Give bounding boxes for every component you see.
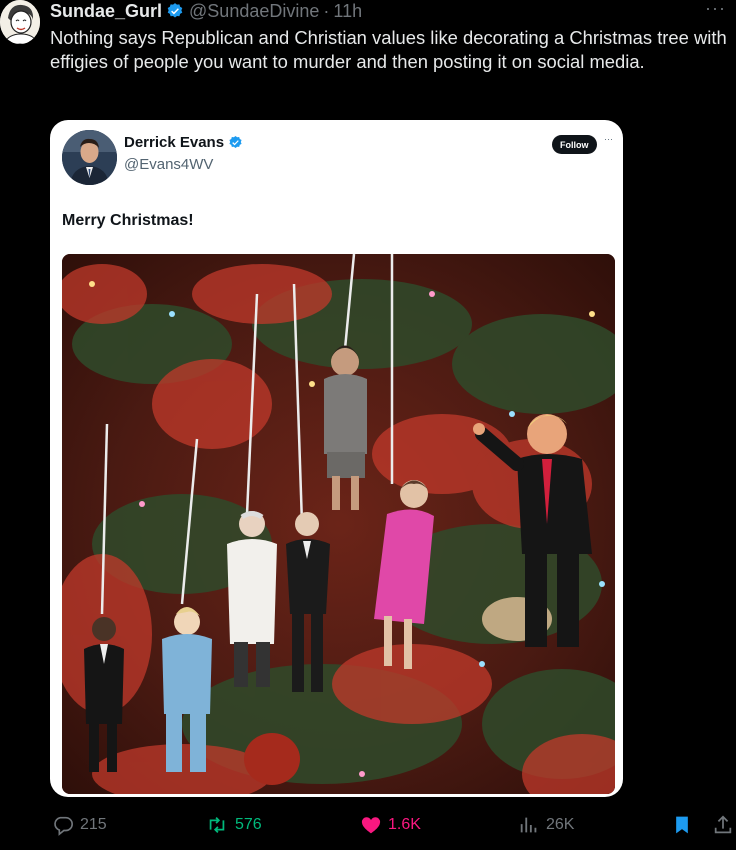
repost-icon xyxy=(209,817,225,833)
bookmark-button[interactable] xyxy=(672,814,698,836)
share-icon xyxy=(714,815,732,834)
author-handle[interactable]: @SundaeDivine xyxy=(189,1,319,22)
share-button[interactable] xyxy=(712,814,736,836)
reply-icon xyxy=(54,816,73,836)
repost-count: 576 xyxy=(235,816,262,833)
like-button[interactable]: 1.6K xyxy=(360,814,421,836)
repost-button[interactable]: 576 xyxy=(205,814,262,836)
tweet-header: Sundae_Gurl @SundaeDivine · 11h xyxy=(50,0,362,22)
reply-button[interactable]: 215 xyxy=(52,814,107,836)
quoted-more-options-icon[interactable]: ··· xyxy=(604,134,613,144)
tweet-text: Nothing says Republican and Christian va… xyxy=(50,27,727,72)
tweet-action-bar: 215 576 1.6K 26K xyxy=(0,810,736,840)
follow-button[interactable]: Follow xyxy=(552,135,597,154)
author-avatar[interactable] xyxy=(0,0,40,44)
quoted-verified-badge-icon xyxy=(228,135,243,150)
quoted-tweet-text: Merry Christmas! xyxy=(62,212,194,229)
reply-count: 215 xyxy=(80,816,107,833)
views-button[interactable]: 26K xyxy=(518,814,574,836)
verified-badge-icon xyxy=(166,2,184,20)
quoted-display-name[interactable]: Derrick Evans xyxy=(124,134,224,151)
tweet-timestamp[interactable]: 11h xyxy=(333,1,362,22)
quoted-author-avatar[interactable] xyxy=(62,130,117,185)
heart-icon xyxy=(361,817,381,834)
quoted-tweet-card[interactable]: Derrick Evans @Evans4WV Follow ··· Merry… xyxy=(50,120,623,797)
quoted-name-row: Derrick Evans xyxy=(124,134,243,151)
views-chart-icon xyxy=(520,817,537,833)
view-count: 26K xyxy=(546,816,575,833)
author-display-name[interactable]: Sundae_Gurl xyxy=(50,1,162,22)
header-separator: · xyxy=(323,0,330,21)
bookmark-icon xyxy=(676,816,688,834)
tweet-photo[interactable] xyxy=(62,254,615,794)
like-count: 1.6K xyxy=(388,816,421,833)
quoted-handle[interactable]: @Evans4WV xyxy=(124,156,213,173)
more-options-icon[interactable]: ··· xyxy=(705,0,726,19)
